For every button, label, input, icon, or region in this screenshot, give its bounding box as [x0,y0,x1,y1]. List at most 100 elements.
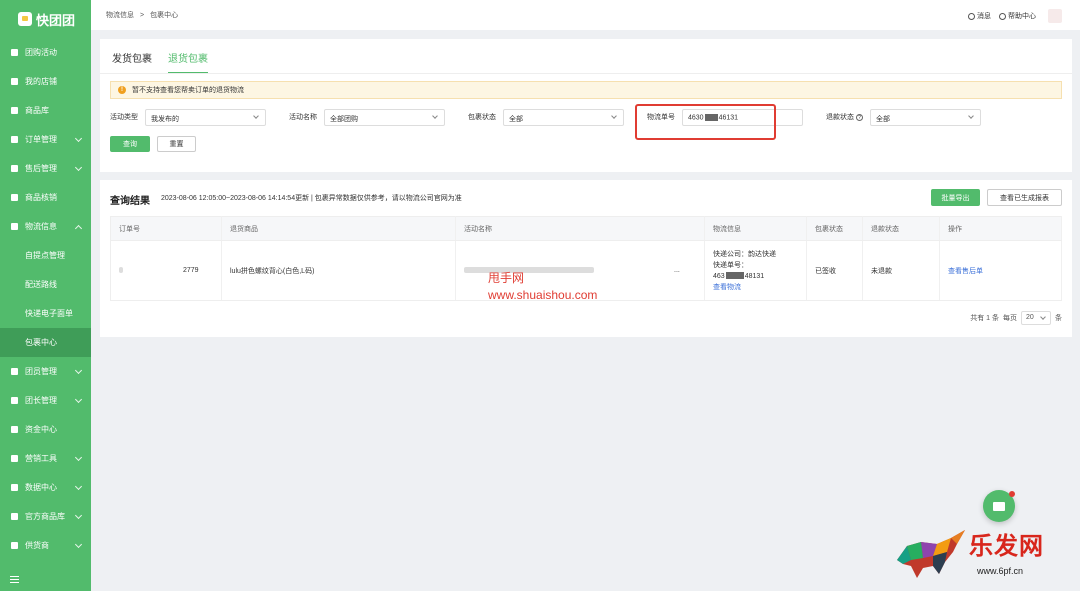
chevron-down-icon [968,113,974,119]
actions-cell: 查看售后单 [939,240,1062,301]
message-icon [968,12,975,20]
col-activity: 活动名称 [455,216,705,241]
col-logistics: 物流信息 [704,216,807,241]
refund-status-value: 全部 [876,116,890,123]
store-icon [10,77,19,86]
aftersale-icon [10,164,19,173]
sidebar-item-group-buy[interactable]: 团购活动 [0,38,91,67]
view-aftersale-link[interactable]: 查看售后单 [948,268,983,275]
watermark-url: www.6pf.cn [977,566,1024,576]
box-icon [10,106,19,115]
sidebar-item-data-center[interactable]: 数据中心 [0,473,91,502]
avatar[interactable] [1048,9,1062,23]
sidebar-item-funds[interactable]: 资金中心 [0,415,91,444]
truck-icon [10,222,19,231]
package-status-select[interactable]: 全部 [503,109,624,126]
bull-logo-icon [897,530,965,578]
sidebar-item-product-library[interactable]: 商品库 [0,96,91,125]
sidebar-item-label: 物流信息 [25,222,57,231]
tracking-label: 快递单号： [713,261,748,269]
tag-icon [10,454,19,463]
sidebar-item-leaders[interactable]: 团长管理 [0,386,91,415]
page-size-select[interactable]: 20 [1021,311,1051,325]
tab-returns[interactable]: 退货包裹 [168,50,208,74]
help-label: 帮助中心 [1008,13,1036,20]
col-actions: 操作 [939,216,1062,241]
chevron-down-icon [74,511,83,520]
sidebar-item-label: 供货商 [25,541,49,550]
sidebar: 快团团 团购活动 我的店铺 商品库 订单管理 售后管理 商品核销 物流信息 自提… [0,0,91,591]
reset-button[interactable]: 重置 [157,136,196,152]
chevron-down-icon [1040,314,1046,320]
verify-icon [10,193,19,202]
redacted-text [119,267,123,274]
sidebar-subitem-package-center[interactable]: 包裹中心 [0,328,91,357]
sidebar-item-supplier[interactable]: 供货商 [0,531,91,560]
chevron-down-icon [74,540,83,549]
chart-icon [10,483,19,492]
chevron-down-icon [611,113,617,119]
activity-name-select[interactable]: 全部团购 [324,109,445,126]
chevron-down-icon [253,113,259,119]
app-logo[interactable]: 快团团 [0,0,91,38]
help-link[interactable]: 帮助中心 [999,11,1036,21]
sidebar-item-marketing[interactable]: 营销工具 [0,444,91,473]
notification-dot [1009,491,1015,497]
sidebar-item-logistics[interactable]: 物流信息 [0,212,91,241]
sidebar-item-orders[interactable]: 订单管理 [0,125,91,154]
view-logistics-link[interactable]: 查看物流 [713,282,806,293]
query-button[interactable]: 查询 [110,136,150,152]
package-status-value: 全部 [509,116,523,123]
sidebar-subitem-label: 包裹中心 [25,338,57,347]
sidebar-subitem-pickup-points[interactable]: 自提点管理 [0,241,91,270]
help-icon [999,12,1006,20]
sidebar-item-label: 售后管理 [25,164,57,173]
product-cell: lulu拼色螺纹背心(白色,L码) [221,240,456,301]
messages-link[interactable]: 消息 [968,11,991,21]
tab-outbound[interactable]: 发货包裹 [112,50,152,74]
sidebar-item-members[interactable]: 团员管理 [0,357,91,386]
sidebar-item-label: 数据中心 [25,483,57,492]
col-order-no: 订单号 [110,216,222,241]
help-icon[interactable]: ? [855,114,863,121]
activity-type-value: 我发布的 [151,116,179,123]
heart-icon [10,512,19,521]
floating-message-button[interactable] [983,490,1015,522]
watermark-brand: 乐发网 [969,533,1044,560]
activity-type-select[interactable]: 我发布的 [145,109,266,126]
tab-divider [100,73,1072,74]
refund-status-select[interactable]: 全部 [870,109,981,126]
tracking-no-suffix: 48131 [744,272,765,280]
sidebar-item-label: 商品核销 [25,193,57,202]
activity-name-label: 活动名称 [289,114,317,121]
leader-icon [10,396,19,405]
col-refund-status: 退款状态 [862,216,940,241]
sidebar-item-my-store[interactable]: 我的店铺 [0,67,91,96]
table-header-row: 订单号 退货商品 活动名称 物流信息 包裹状态 退款状态 操作 [110,216,1062,241]
watermark-url: www.shuaishou.com [488,288,598,302]
view-reports-button[interactable]: 查看已生成报表 [987,189,1062,206]
sidebar-item-label: 团长管理 [25,396,57,405]
sidebar-item-aftersale[interactable]: 售后管理 [0,154,91,183]
refund-status-label-text: 退款状态 [826,114,854,121]
app-name: 快团团 [36,12,76,28]
sidebar-subitem-delivery-routes[interactable]: 配送路线 [0,270,91,299]
chevron-down-icon [74,395,83,404]
collapse-menu-icon[interactable] [10,576,19,583]
sidebar-subitem-waybill[interactable]: 快递电子面单 [0,299,91,328]
watermark-name: 甩手网 [488,271,525,285]
chevron-down-icon [74,482,83,491]
batch-export-button[interactable]: 批量导出 [931,189,980,206]
breadcrumb-item[interactable]: 物流信息 [106,10,134,20]
sidebar-item-label: 营销工具 [25,454,57,463]
package-tabs: 发货包裹 退货包裹 [112,50,208,74]
sidebar-item-official-library[interactable]: 官方商品库 [0,502,91,531]
envelope-icon [993,501,1005,511]
sidebar-subitem-label: 自提点管理 [25,251,65,260]
per-page-unit: 条 [1055,315,1062,322]
order-no-cell: 2779 [110,240,222,301]
messages-label: 消息 [977,13,991,20]
breadcrumb-current: 包裹中心 [150,12,179,19]
sidebar-item-label: 我的店铺 [25,77,57,86]
sidebar-item-verification[interactable]: 商品核销 [0,183,91,212]
